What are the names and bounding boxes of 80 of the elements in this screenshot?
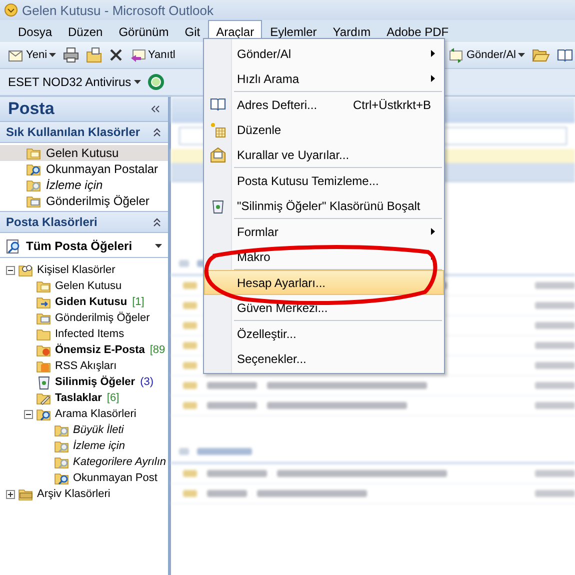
folder-label[interactable]: İzleme için [73,440,125,452]
folder-label[interactable]: Kategorilere Ayrılın [73,456,166,468]
favorite-folder[interactable]: Okunmayan Postalar [0,161,168,177]
collapse-toggle-icon[interactable] [24,410,33,418]
pane-title: Posta [8,99,54,119]
menu-item[interactable]: Posta Kutusu Temizleme... [204,168,444,193]
send-receive-icon [448,47,464,63]
menu-item[interactable]: Adres Defteri... Ctrl+Üstkrkt+B [204,92,444,117]
menu-bar-item[interactable]: Düzen [60,20,111,42]
open-folder-icon [532,47,550,63]
collapse-toggle-icon[interactable] [6,266,15,274]
menu-bar-item[interactable]: Görünüm [110,20,177,42]
toolbar-button[interactable]: Yeni [6,47,58,63]
menu-item[interactable]: "Silinmiş Öğeler" Klasörünü Boşalt [204,193,444,218]
view-dropdown[interactable]: Tüm Posta Öğeleri [0,235,168,258]
menu-item[interactable]: Özelleştir... [204,321,444,346]
new-mail-icon [8,48,24,62]
toolbar-button[interactable]: Yanıtl [128,47,178,63]
book-icon [210,97,226,111]
toolbar-button[interactable] [61,46,82,64]
folder-label[interactable]: Okunmayan Post [73,472,158,484]
unread-count: [6] [106,392,120,404]
unread-count: (3) [140,376,154,388]
window-title: Gelen Kutusu - Microsoft Outlook [22,2,214,18]
folder-label[interactable]: Taslaklar [55,392,102,404]
delete-x-icon [109,48,124,62]
toolbar-button[interactable]: Gönder/Al [446,46,527,64]
caret-icon [155,244,162,248]
menu-item[interactable]: Gönder/Al [204,41,444,66]
menu-item[interactable]: Hızlı Arama [204,66,444,91]
folder-label[interactable]: Arşiv Klasörleri [37,488,110,500]
favorite-folder[interactable]: Gönderilmiş Öğeler [0,193,168,209]
section-title: Posta Klasörleri [6,215,98,229]
folder-label[interactable]: Kişisel Klasörler [37,264,116,276]
menu-bar-item[interactable]: Yardım [324,20,379,42]
toolbar-button[interactable] [84,46,104,64]
unread-count: [89 [150,344,166,356]
trash-can-icon [210,198,226,214]
favorite-folder[interactable]: Gelen Kutusu [0,145,168,161]
unread-count: [1] [132,296,144,308]
print-icon [63,47,80,63]
grid-sparkle-icon [210,122,226,138]
menu-item[interactable]: Seçenekler... [204,346,444,371]
toolbar-button[interactable] [555,47,575,63]
folder-label[interactable]: Infected Items [55,328,124,340]
menu-item[interactable]: Formlar [204,219,444,244]
app-logo-icon [4,3,18,17]
menu-bar-item[interactable]: Eylemler [262,20,325,42]
folder-move-icon [86,47,102,63]
caret-icon [134,80,142,84]
antivirus-dropdown[interactable]: ESET NOD32 Antivirus [8,75,142,89]
collapse-section-icon[interactable] [152,127,162,137]
menu-item[interactable]: Kurallar ve Uyarılar... [204,142,444,167]
folder-label[interactable]: Gelen Kutusu [55,280,122,292]
favorite-folder[interactable]: İzleme için [0,177,168,193]
menu-bar-item[interactable]: Adobe PDF [378,20,457,42]
folder-label[interactable]: Arama Klasörleri [55,408,136,420]
expand-toggle-icon[interactable] [6,490,15,498]
menu-item[interactable]: Düzenle [204,117,444,142]
people-folder-icon [18,262,34,278]
book-icon [557,48,573,62]
folder-label[interactable]: Önemsiz E-Posta [55,344,145,356]
folder-label[interactable]: Gönderilmiş Öğeler [55,312,150,324]
collapse-section-icon[interactable] [152,217,162,227]
folder-label[interactable]: RSS Akışları [55,360,117,372]
folder-label[interactable]: Silinmiş Öğeler [55,376,136,388]
menu-bar-item[interactable]: Git [176,20,208,42]
folder-label[interactable]: Giden Kutusu [55,296,128,308]
menu-bar-item[interactable]: Dosya [10,20,60,42]
menu-item[interactable]: Güven Merkezi... [204,295,444,320]
collapse-pane-icon[interactable] [150,105,160,113]
envelope-rules-icon [210,147,226,163]
trash-can-icon [36,374,52,390]
folder-label[interactable]: Büyük İleti [73,424,124,436]
shield-icon[interactable] [147,73,166,91]
menu-item[interactable]: Makro [204,244,444,269]
section-title: Sık Kullanılan Klasörler [6,125,140,139]
reply-mail-icon [130,48,146,62]
search-icon [6,238,22,254]
menu-item[interactable]: Hesap Ayarları... [204,270,444,295]
